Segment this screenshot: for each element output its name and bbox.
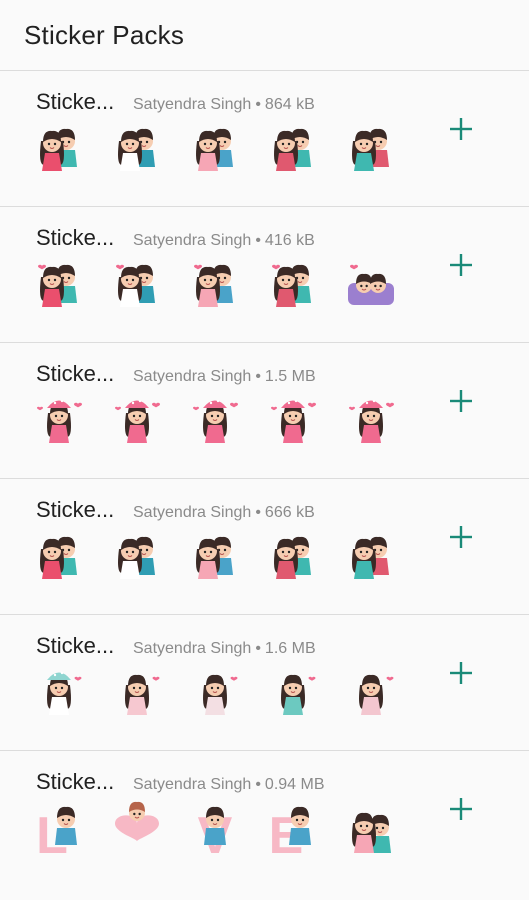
pack-author: Satyendra Singh: [133, 232, 252, 249]
plus-icon: [450, 798, 472, 820]
pack-size: 416 kB: [264, 232, 315, 249]
sticker-preview-strip: L V E: [30, 801, 400, 859]
add-pack-button[interactable]: [441, 381, 481, 421]
sticker-thumbnail-heart-girl: [108, 801, 166, 859]
add-pack-button[interactable]: [441, 789, 481, 829]
add-pack-button[interactable]: [441, 653, 481, 693]
separator-dot: •: [255, 368, 261, 385]
pack-info: Sticke... Satyendra Singh • 864 kB: [36, 89, 315, 115]
sticker-pack-row[interactable]: Sticke... Satyendra Singh • 416 kB: [0, 206, 529, 342]
pack-size: 864 kB: [264, 96, 315, 113]
sticker-thumbnail-couple-embrace: [108, 257, 166, 315]
sticker-thumbnail-girl-hearts-brown: [186, 665, 244, 723]
plus-icon: [450, 662, 472, 684]
sticker-thumbnail-girl-love: [108, 393, 166, 451]
plus-icon: [450, 390, 472, 412]
sticker-thumbnail-letter-l-boy: L: [30, 801, 88, 859]
sticker-thumbnail-couple-wake-up: [342, 801, 400, 859]
sticker-preview-strip: [30, 257, 400, 315]
sticker-thumbnail-couple-sleep: [342, 257, 400, 315]
sticker-thumbnail-couple-boy-teal: [30, 121, 88, 179]
pack-name: Sticke...: [36, 361, 115, 386]
pack-info: Sticke... Satyendra Singh • 1.6 MB: [36, 633, 316, 659]
separator-dot: •: [255, 232, 261, 249]
sticker-preview-strip: [30, 121, 400, 179]
sticker-thumbnail-couple-side: [264, 529, 322, 587]
sticker-thumbnail-girl-hug: [342, 393, 400, 451]
pack-info: Sticke... Satyendra Singh • 0.94 MB: [36, 769, 325, 795]
add-pack-button[interactable]: [441, 109, 481, 149]
sticker-thumbnail-couple-cheek: [186, 257, 244, 315]
pack-meta: Satyendra Singh • 864 kB: [133, 96, 315, 114]
add-pack-button[interactable]: [441, 245, 481, 285]
separator-dot: •: [255, 96, 261, 113]
sticker-thumbnail-boy-pillow: [186, 529, 244, 587]
sticker-thumbnail-girl-hat: [30, 665, 88, 723]
pack-size: 1.6 MB: [264, 640, 316, 657]
sticker-pack-row[interactable]: Sticke... Satyendra Singh • 1.5 MB: [0, 342, 529, 478]
plus-icon: [450, 526, 472, 548]
sticker-pack-list: Sticke... Satyendra Singh • 864 kB Stick…: [0, 70, 529, 886]
pack-size: 0.94 MB: [264, 776, 325, 793]
sticker-thumbnail-girl-you-best: [342, 665, 400, 723]
pack-size: 1.5 MB: [264, 368, 316, 385]
sticker-pack-row[interactable]: Sticke... Satyendra Singh • 1.6 MB: [0, 614, 529, 750]
pack-info: Sticke... Satyendra Singh • 1.5 MB: [36, 361, 316, 387]
sticker-thumbnail-girl-hearts: [186, 393, 244, 451]
sticker-thumbnail-couple-sitting: [186, 121, 244, 179]
sticker-preview-strip: [30, 529, 400, 587]
pack-meta: Satyendra Singh • 1.6 MB: [133, 640, 316, 658]
pack-name: Sticke...: [36, 633, 115, 658]
separator-dot: •: [255, 640, 261, 657]
pack-name: Sticke...: [36, 497, 115, 522]
page-title: Sticker Packs: [24, 19, 185, 50]
sticker-thumbnail-couple-hug: [108, 121, 166, 179]
app-header: Sticker Packs: [0, 0, 529, 70]
pack-info: Sticke... Satyendra Singh • 416 kB: [36, 225, 315, 251]
pack-author: Satyendra Singh: [133, 96, 252, 113]
sticker-thumbnail-girl-pink: [264, 393, 322, 451]
sticker-thumbnail-girl-xoxo: [108, 665, 166, 723]
pack-name: Sticke...: [36, 769, 115, 794]
sticker-thumbnail-couple-kiss-red: [30, 257, 88, 315]
sticker-pack-row[interactable]: Sticke... Satyendra Singh • 864 kB: [0, 70, 529, 206]
sticker-thumbnail-letter-v-boy: V: [186, 801, 244, 859]
sticker-thumbnail-couple-rest: [108, 529, 166, 587]
sticker-thumbnail-couple-kiss: [264, 121, 322, 179]
pack-meta: Satyendra Singh • 1.5 MB: [133, 368, 316, 386]
pack-info: Sticke... Satyendra Singh • 666 kB: [36, 497, 315, 523]
sticker-thumbnail-couple-lap: [264, 257, 322, 315]
separator-dot: •: [255, 776, 261, 793]
pack-meta: Satyendra Singh • 0.94 MB: [133, 776, 325, 794]
plus-icon: [450, 254, 472, 276]
sticker-thumbnail-girl-hi: [30, 393, 88, 451]
sticker-pack-row[interactable]: Sticke... Satyendra Singh • 666 kB: [0, 478, 529, 614]
sticker-preview-strip: [30, 393, 400, 451]
pack-name: Sticke...: [36, 225, 115, 250]
pack-meta: Satyendra Singh • 666 kB: [133, 504, 315, 522]
pack-meta: Satyendra Singh • 416 kB: [133, 232, 315, 250]
sticker-preview-strip: [30, 665, 400, 723]
sticker-thumbnail-couple-smile: [342, 121, 400, 179]
sticker-thumbnail-couple-wall: [342, 529, 400, 587]
pack-author: Satyendra Singh: [133, 776, 252, 793]
sticker-thumbnail-letter-e-boy: E: [264, 801, 322, 859]
sticker-pack-row[interactable]: Sticke... Satyendra Singh•0.94 MB L V E: [0, 750, 529, 886]
pack-author: Satyendra Singh: [133, 640, 252, 657]
pack-name: Sticke...: [36, 89, 115, 114]
pack-author: Satyendra Singh: [133, 504, 252, 521]
pack-size: 666 kB: [264, 504, 315, 521]
sticker-thumbnail-girl-teal-dress: [264, 665, 322, 723]
pack-author: Satyendra Singh: [133, 368, 252, 385]
plus-icon: [450, 118, 472, 140]
separator-dot: •: [255, 504, 261, 521]
add-pack-button[interactable]: [441, 517, 481, 557]
sticker-thumbnail-couple-lying: [30, 529, 88, 587]
